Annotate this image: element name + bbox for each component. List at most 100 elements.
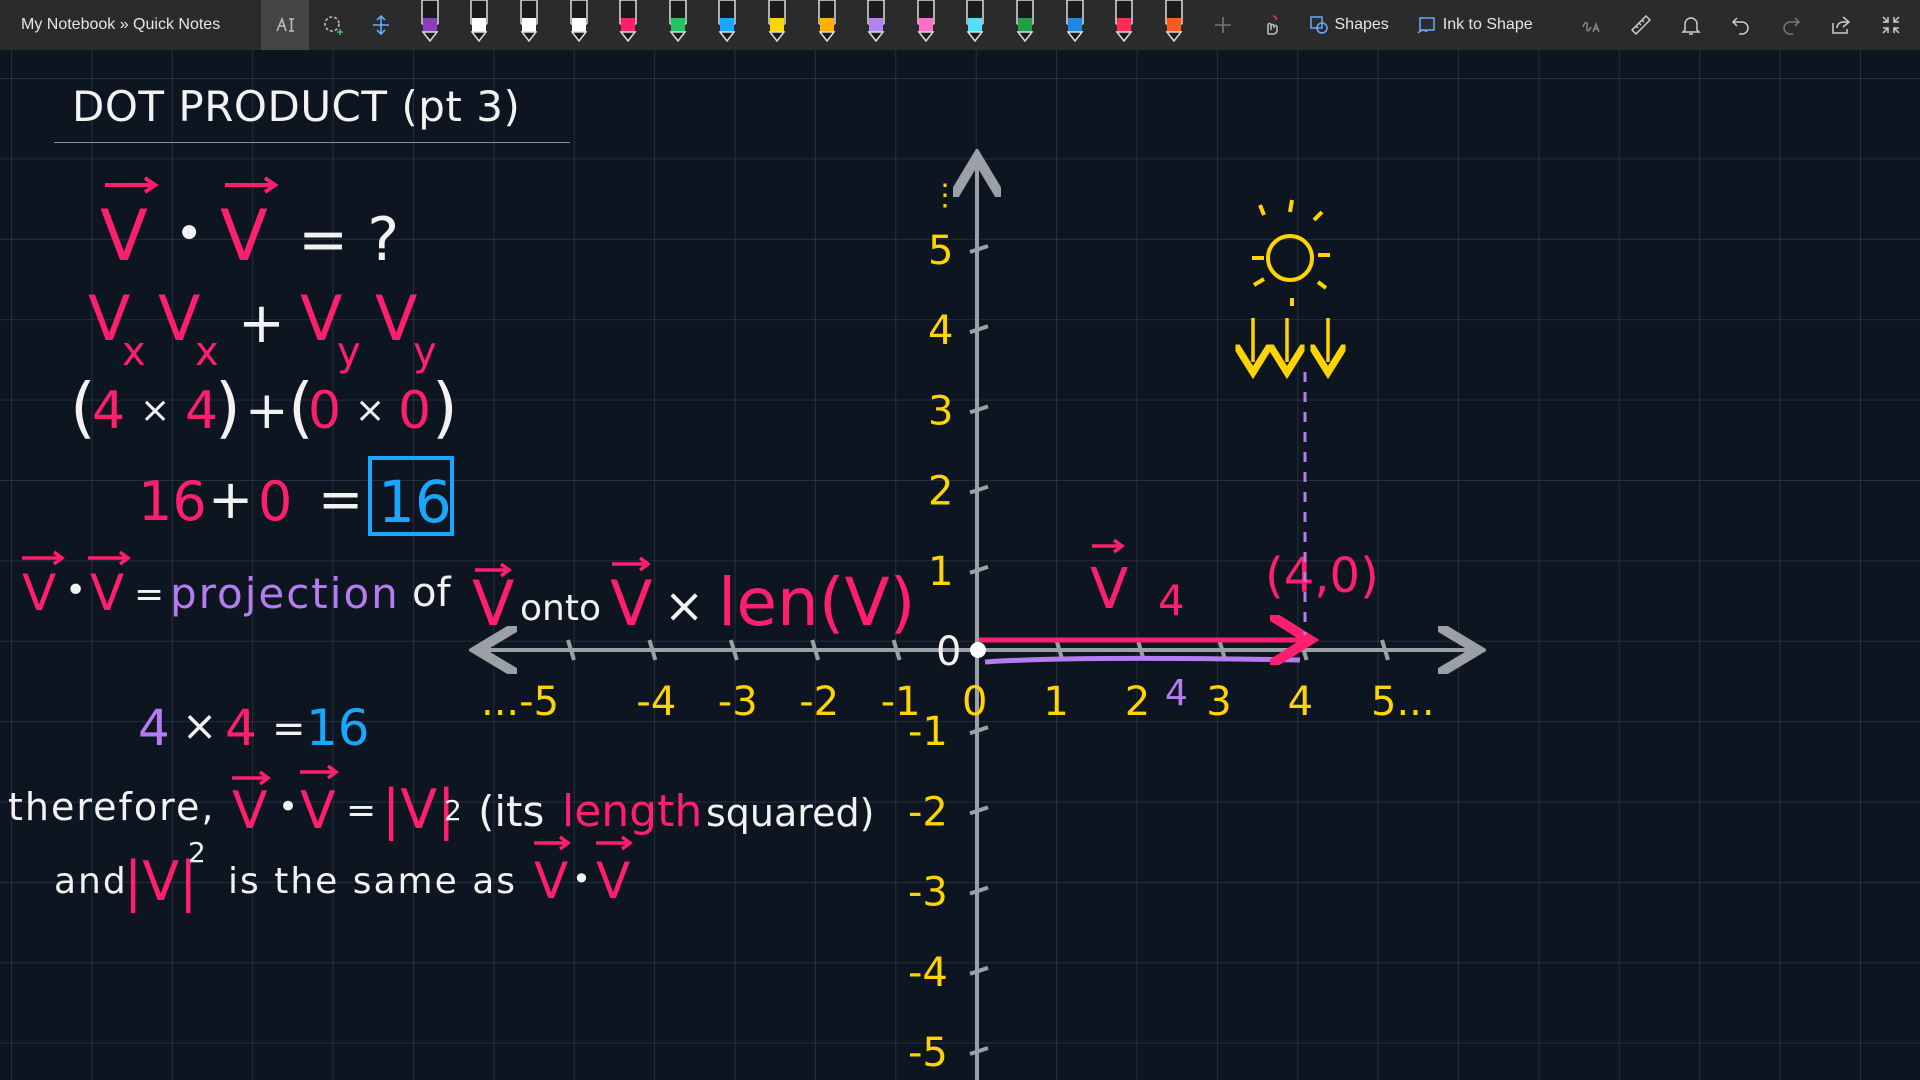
equation-line-2: V x V x + V y V y [88,282,437,375]
lasso-select-icon[interactable] [261,0,309,50]
breadcrumb[interactable]: My Notebook » Quick Notes [0,16,261,34]
ruler-icon[interactable] [1616,0,1666,50]
vy: V [375,282,417,355]
x-tick-label: 3 [1206,679,1231,725]
notification-bell-icon[interactable] [1666,0,1716,50]
vector-v: V [22,564,56,622]
y-tick-label: 4 [928,308,953,354]
vector-v: V [300,781,336,841]
vector-v: V [232,781,268,841]
vector-arrow-mark [225,176,279,194]
share-icon[interactable] [1816,0,1866,50]
number: 4 [138,699,170,757]
subscript-x: x [122,329,146,375]
vector-arrow-mark [105,176,159,194]
y-tick-label: -2 [908,789,948,835]
pen-tool-10[interactable] [851,0,901,50]
projection-word: projection [170,569,400,618]
number: 0 [308,381,341,441]
undo-icon[interactable] [1716,0,1766,50]
exponent-2: 2 [444,794,462,827]
fullscreen-icon[interactable] [1866,0,1916,50]
plus-sign: + [245,381,289,441]
y-tick-label: -4 [908,950,948,996]
light-rays [1253,318,1328,362]
dot-operator: • [278,787,298,827]
pen-tool-13[interactable] [1000,0,1050,50]
pen-tool-7[interactable] [703,0,753,50]
dot-operator: • [572,860,591,898]
number: 0 [398,381,431,441]
add-pen-icon[interactable] [1199,0,1247,50]
pen-tool-4[interactable] [554,0,604,50]
ink-to-text-icon[interactable] [1566,0,1616,50]
pen-tool-6[interactable] [653,0,703,50]
x-tick-label: ...-5 [481,679,559,725]
pen-tool-14[interactable] [1050,0,1100,50]
vector-arrow-mark [300,764,339,780]
paren: ) [215,369,241,446]
therefore-word: therefore, [8,785,215,829]
y-tick [969,885,989,896]
vector-arrow-mark [22,550,65,566]
conclusion-line-2: and |V| 2 is the same as V • V [54,835,633,913]
pen-tool-8[interactable] [752,0,802,50]
equals-sign: = [272,706,306,752]
y-tick-label: 2 [928,469,953,515]
pen-tool-9[interactable] [802,0,852,50]
plus-sign: + [238,291,285,356]
paren: ) [432,369,458,446]
boxed-result: 16 [378,468,452,536]
touch-writing-icon[interactable] [1247,0,1295,50]
add-space-icon[interactable] [309,0,357,50]
times-sign: × [355,390,385,431]
pen-tool-3[interactable] [504,0,554,50]
ink-to-shape-icon [1417,17,1435,34]
its-word: (its [478,787,544,836]
projection-segment [984,655,1301,665]
ink-to-shape-button[interactable]: Ink to Shape [1403,0,1547,50]
times-sign: × [140,390,170,431]
y-tick [969,564,989,575]
equals-question: = ? [298,205,399,275]
vector-arrow-mark [596,835,633,851]
vector-arrow-mark [88,550,131,566]
pen-tool-11[interactable] [901,0,951,50]
y-tick-label: -5 [908,1030,948,1076]
ribbon-toolbar: My Notebook » Quick Notes Shapes Ink to … [0,0,1920,50]
subscript-y: y [337,329,361,375]
y-tick-label: -1 [908,709,948,755]
y-tick [969,725,989,736]
vector-arrow-mark [1092,538,1125,554]
origin-point [970,642,986,658]
equals-sign: = [346,790,376,831]
y-tick-label: 1 [928,549,953,595]
pen-tool-1[interactable] [405,0,455,50]
insert-space-icon[interactable] [357,0,405,50]
y-tick-label: -3 [908,870,948,916]
squared-word: squared) [706,791,874,835]
exponent-2: 2 [188,836,206,869]
redo-icon[interactable] [1766,0,1816,50]
vector-v: V [472,567,514,640]
length-word: length [562,786,702,837]
x-tick-label: -2 [799,679,839,725]
notebook-canvas[interactable]: DOT PRODUCT (pt 3) V • V = ? V x V x + V… [0,50,1920,1080]
vector-v: V [90,564,124,622]
y-tick [969,805,989,816]
shapes-button[interactable]: Shapes [1295,0,1403,50]
x-tick-label: 1 [1043,679,1068,725]
dot-operator: • [65,570,86,611]
pen-tool-15[interactable] [1099,0,1149,50]
y-tick [969,484,989,495]
pen-tool-16[interactable] [1149,0,1199,50]
pen-tool-2[interactable] [455,0,505,50]
x-tick-label: -4 [636,679,676,725]
onto-word: onto [520,588,601,629]
number: 4 [225,699,257,757]
ink-layer: V • V = ? V x V x + V y V y ( 4 × 4 ) + … [8,50,1920,1080]
pen-tool-12[interactable] [951,0,1001,50]
y-tick-label: 0 [936,629,961,675]
pen-tool-5[interactable] [603,0,653,50]
x-tick-label: 5... [1371,679,1435,725]
